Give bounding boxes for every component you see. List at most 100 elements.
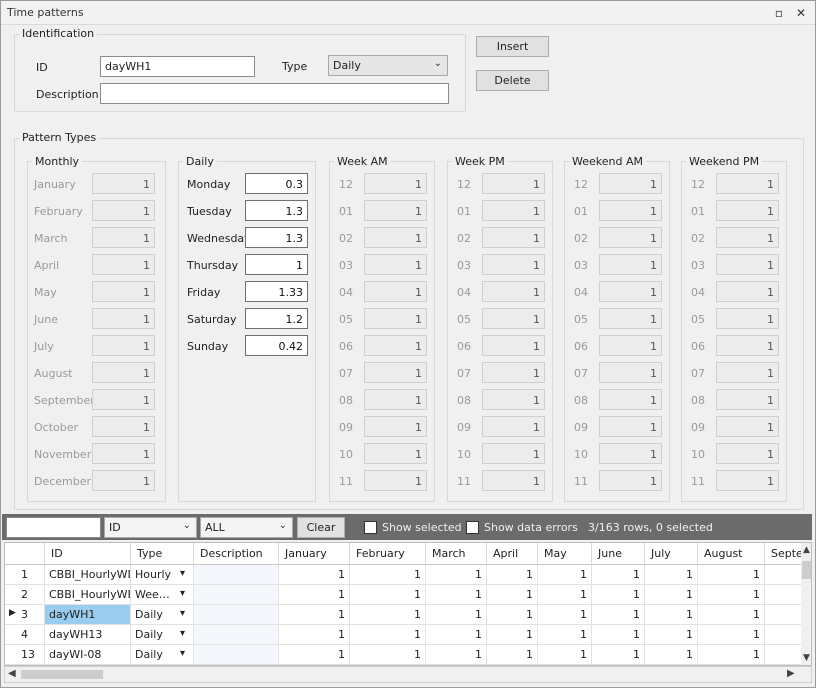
month-value-cell[interactable]: 1 bbox=[645, 645, 698, 665]
week-am-value-input[interactable]: 1 bbox=[364, 416, 427, 437]
month-value-cell[interactable]: 1 bbox=[487, 585, 538, 605]
daily-value-input[interactable]: 1.3 bbox=[245, 227, 308, 248]
weekend-pm-value-input[interactable]: 1 bbox=[716, 362, 779, 383]
month-value-cell[interactable]: 1 bbox=[645, 625, 698, 645]
weekend-pm-value-input[interactable]: 1 bbox=[716, 470, 779, 491]
filter-field-select[interactable]: ID ⌄ bbox=[104, 517, 197, 538]
month-value-cell[interactable]: 1 bbox=[645, 565, 698, 585]
monthly-value-input[interactable]: 1 bbox=[92, 281, 155, 302]
week-pm-value-input[interactable]: 1 bbox=[482, 173, 545, 194]
filter-search-input[interactable] bbox=[6, 517, 101, 538]
month-value-cell[interactable]: 1 bbox=[645, 585, 698, 605]
type-dropdown-icon[interactable]: ▾ bbox=[180, 628, 185, 639]
month-value-cell[interactable]: 1 bbox=[592, 645, 645, 665]
column-header[interactable]: ID bbox=[45, 543, 131, 565]
month-value-cell[interactable]: 1 bbox=[592, 565, 645, 585]
daily-value-input[interactable]: 1 bbox=[245, 254, 308, 275]
row-number[interactable]: 4 bbox=[5, 625, 45, 645]
month-value-cell[interactable]: 1 bbox=[279, 625, 350, 645]
week-pm-value-input[interactable]: 1 bbox=[482, 389, 545, 410]
type-dropdown-icon[interactable]: ▾ bbox=[180, 648, 185, 659]
description-cell[interactable] bbox=[194, 565, 279, 585]
month-value-cell[interactable]: 1 bbox=[592, 605, 645, 625]
monthly-value-input[interactable]: 1 bbox=[92, 227, 155, 248]
month-value-cell[interactable]: 1 bbox=[426, 605, 487, 625]
month-value-cell[interactable]: 1 bbox=[279, 605, 350, 625]
monthly-value-input[interactable]: 1 bbox=[92, 389, 155, 410]
monthly-value-input[interactable]: 1 bbox=[92, 200, 155, 221]
weekend-am-value-input[interactable]: 1 bbox=[599, 443, 662, 464]
daily-value-input[interactable]: 0.3 bbox=[245, 173, 308, 194]
horizontal-scrollbar[interactable]: ◀ ▶ bbox=[4, 666, 812, 683]
column-header[interactable]: April bbox=[487, 543, 538, 565]
description-input[interactable] bbox=[100, 83, 449, 104]
scroll-up-icon[interactable]: ▲ bbox=[803, 545, 810, 555]
show-errors-checkbox[interactable] bbox=[466, 521, 479, 534]
month-value-cell[interactable]: 1 bbox=[426, 625, 487, 645]
month-value-cell[interactable]: 1 bbox=[538, 645, 592, 665]
month-value-cell[interactable]: 1 bbox=[592, 585, 645, 605]
month-value-cell[interactable]: 1 bbox=[698, 585, 765, 605]
row-number[interactable]: 2 bbox=[5, 585, 45, 605]
week-am-value-input[interactable]: 1 bbox=[364, 389, 427, 410]
id-cell[interactable]: dayWI-08 bbox=[45, 645, 131, 665]
column-header[interactable]: July bbox=[645, 543, 698, 565]
row-number[interactable]: 13 bbox=[5, 645, 45, 665]
weekend-am-value-input[interactable]: 1 bbox=[599, 254, 662, 275]
week-pm-value-input[interactable]: 1 bbox=[482, 281, 545, 302]
weekend-pm-value-input[interactable]: 1 bbox=[716, 335, 779, 356]
week-pm-value-input[interactable]: 1 bbox=[482, 362, 545, 383]
type-dropdown-icon[interactable]: ▾ bbox=[180, 588, 185, 599]
column-header[interactable]: January bbox=[279, 543, 350, 565]
column-header[interactable]: February bbox=[350, 543, 426, 565]
insert-button[interactable]: Insert bbox=[476, 36, 549, 57]
week-pm-value-input[interactable]: 1 bbox=[482, 227, 545, 248]
week-pm-value-input[interactable]: 1 bbox=[482, 416, 545, 437]
scroll-right-icon[interactable]: ▶ bbox=[787, 668, 795, 679]
month-value-cell[interactable]: 1 bbox=[487, 645, 538, 665]
column-header[interactable]: Description bbox=[194, 543, 279, 565]
id-cell[interactable]: dayWH1 bbox=[45, 605, 131, 625]
week-pm-value-input[interactable]: 1 bbox=[482, 470, 545, 491]
column-header[interactable] bbox=[5, 543, 45, 565]
column-header[interactable]: March bbox=[426, 543, 487, 565]
weekend-am-value-input[interactable]: 1 bbox=[599, 389, 662, 410]
week-am-value-input[interactable]: 1 bbox=[364, 254, 427, 275]
month-value-cell[interactable]: 1 bbox=[350, 565, 426, 585]
week-am-value-input[interactable]: 1 bbox=[364, 470, 427, 491]
description-cell[interactable] bbox=[194, 645, 279, 665]
month-value-cell[interactable]: 1 bbox=[698, 605, 765, 625]
weekend-am-value-input[interactable]: 1 bbox=[599, 470, 662, 491]
month-value-cell[interactable]: 1 bbox=[645, 605, 698, 625]
column-header[interactable]: Septe bbox=[765, 543, 805, 565]
week-pm-value-input[interactable]: 1 bbox=[482, 308, 545, 329]
weekend-am-value-input[interactable]: 1 bbox=[599, 416, 662, 437]
column-header[interactable]: May bbox=[538, 543, 592, 565]
month-value-cell[interactable]: 1 bbox=[426, 585, 487, 605]
weekend-pm-value-input[interactable]: 1 bbox=[716, 389, 779, 410]
month-value-cell[interactable]: 1 bbox=[279, 585, 350, 605]
month-value-cell[interactable]: 1 bbox=[350, 585, 426, 605]
close-icon[interactable]: ✕ bbox=[793, 5, 809, 21]
type-select[interactable]: Daily ⌄ bbox=[328, 55, 448, 76]
weekend-am-value-input[interactable]: 1 bbox=[599, 227, 662, 248]
month-value-cell[interactable]: 1 bbox=[538, 585, 592, 605]
vertical-scrollbar[interactable]: ▲ ▼ bbox=[801, 543, 811, 665]
week-am-value-input[interactable]: 1 bbox=[364, 362, 427, 383]
month-value-cell[interactable]: 1 bbox=[698, 565, 765, 585]
month-value-cell[interactable]: 1 bbox=[426, 565, 487, 585]
monthly-value-input[interactable]: 1 bbox=[92, 470, 155, 491]
week-am-value-input[interactable]: 1 bbox=[364, 173, 427, 194]
month-value-cell[interactable]: 1 bbox=[698, 625, 765, 645]
scroll-left-icon[interactable]: ◀ bbox=[8, 668, 16, 679]
month-value-cell[interactable]: 1 bbox=[487, 605, 538, 625]
weekend-am-value-input[interactable]: 1 bbox=[599, 335, 662, 356]
week-pm-value-input[interactable]: 1 bbox=[482, 200, 545, 221]
month-value-cell[interactable]: 1 bbox=[279, 565, 350, 585]
week-pm-value-input[interactable]: 1 bbox=[482, 254, 545, 275]
month-value-cell[interactable]: 1 bbox=[698, 645, 765, 665]
weekend-am-value-input[interactable]: 1 bbox=[599, 200, 662, 221]
month-value-cell[interactable]: 1 bbox=[487, 565, 538, 585]
delete-button[interactable]: Delete bbox=[476, 70, 549, 91]
month-value-cell[interactable]: 1 bbox=[592, 625, 645, 645]
